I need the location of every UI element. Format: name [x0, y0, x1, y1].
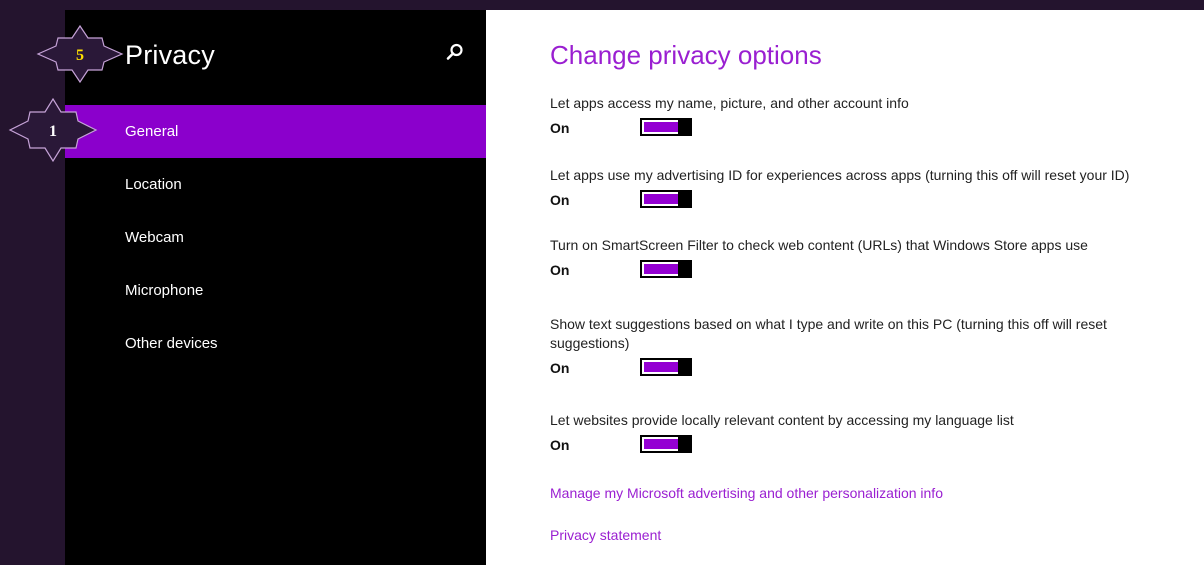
- sidebar-item-label: General: [125, 123, 179, 140]
- language-list-toggle[interactable]: [640, 435, 692, 453]
- setting-language-list: Let websites provide locally relevant co…: [550, 411, 1190, 458]
- setting-description: Let websites provide locally relevant co…: [550, 412, 1014, 428]
- advertising-id-toggle[interactable]: [640, 190, 692, 208]
- smartscreen-toggle[interactable]: [640, 260, 692, 278]
- sidebar-item-general[interactable]: General: [65, 105, 486, 158]
- search-icon[interactable]: [445, 42, 465, 62]
- setting-state-label: On: [550, 192, 570, 208]
- setting-state-label: On: [550, 360, 570, 376]
- setting-description: Show text suggestions based on what I ty…: [550, 316, 1107, 351]
- sidebar: Privacy General Location Webcam Micropho…: [65, 10, 486, 565]
- toggle-thumb: [678, 435, 690, 453]
- setting-description: Turn on SmartScreen Filter to check web …: [550, 237, 1088, 253]
- toggle-fill: [644, 194, 678, 204]
- badge-number: 1: [49, 123, 57, 140]
- privacy-statement-link[interactable]: Privacy statement: [550, 527, 661, 543]
- setting-description: Let apps access my name, picture, and ot…: [550, 95, 909, 111]
- sidebar-item-webcam[interactable]: Webcam: [65, 211, 486, 264]
- sidebar-item-other-devices[interactable]: Other devices: [65, 317, 486, 370]
- toggle-thumb: [678, 358, 690, 376]
- sidebar-item-label: Webcam: [125, 229, 184, 246]
- sidebar-nav: General Location Webcam Microphone Other…: [65, 105, 486, 370]
- sidebar-item-location[interactable]: Location: [65, 158, 486, 211]
- manage-advertising-link[interactable]: Manage my Microsoft advertising and othe…: [550, 485, 943, 501]
- setting-description: Let apps use my advertising ID for exper…: [550, 167, 1130, 183]
- annotation-badge-1: 1: [8, 97, 98, 163]
- sidebar-item-label: Location: [125, 176, 182, 193]
- text-suggestions-toggle[interactable]: [640, 358, 692, 376]
- setting-smartscreen: Turn on SmartScreen Filter to check web …: [550, 236, 1190, 283]
- annotation-badge-5: 5: [36, 24, 124, 84]
- sidebar-item-microphone[interactable]: Microphone: [65, 264, 486, 317]
- toggle-thumb: [678, 118, 690, 136]
- setting-state-label: On: [550, 120, 570, 136]
- toggle-fill: [644, 122, 678, 132]
- account-info-toggle[interactable]: [640, 118, 692, 136]
- sidebar-item-label: Microphone: [125, 282, 204, 299]
- toggle-thumb: [678, 190, 690, 208]
- toggle-fill: [644, 362, 678, 372]
- main-panel: Change privacy options Let apps access m…: [486, 10, 1204, 565]
- toggle-fill: [644, 264, 678, 274]
- setting-account-info: Let apps access my name, picture, and ot…: [550, 94, 1190, 141]
- setting-state-label: On: [550, 262, 570, 278]
- badge-number: 5: [76, 47, 84, 64]
- sidebar-title: Privacy: [125, 40, 215, 70]
- toggle-fill: [644, 439, 678, 449]
- top-frame-strip: [0, 0, 1204, 10]
- setting-advertising-id: Let apps use my advertising ID for exper…: [550, 166, 1190, 213]
- setting-state-label: On: [550, 437, 570, 453]
- page-title: Change privacy options: [550, 40, 822, 70]
- setting-text-suggestions: Show text suggestions based on what I ty…: [550, 315, 1190, 381]
- sidebar-item-label: Other devices: [125, 335, 218, 352]
- toggle-thumb: [678, 260, 690, 278]
